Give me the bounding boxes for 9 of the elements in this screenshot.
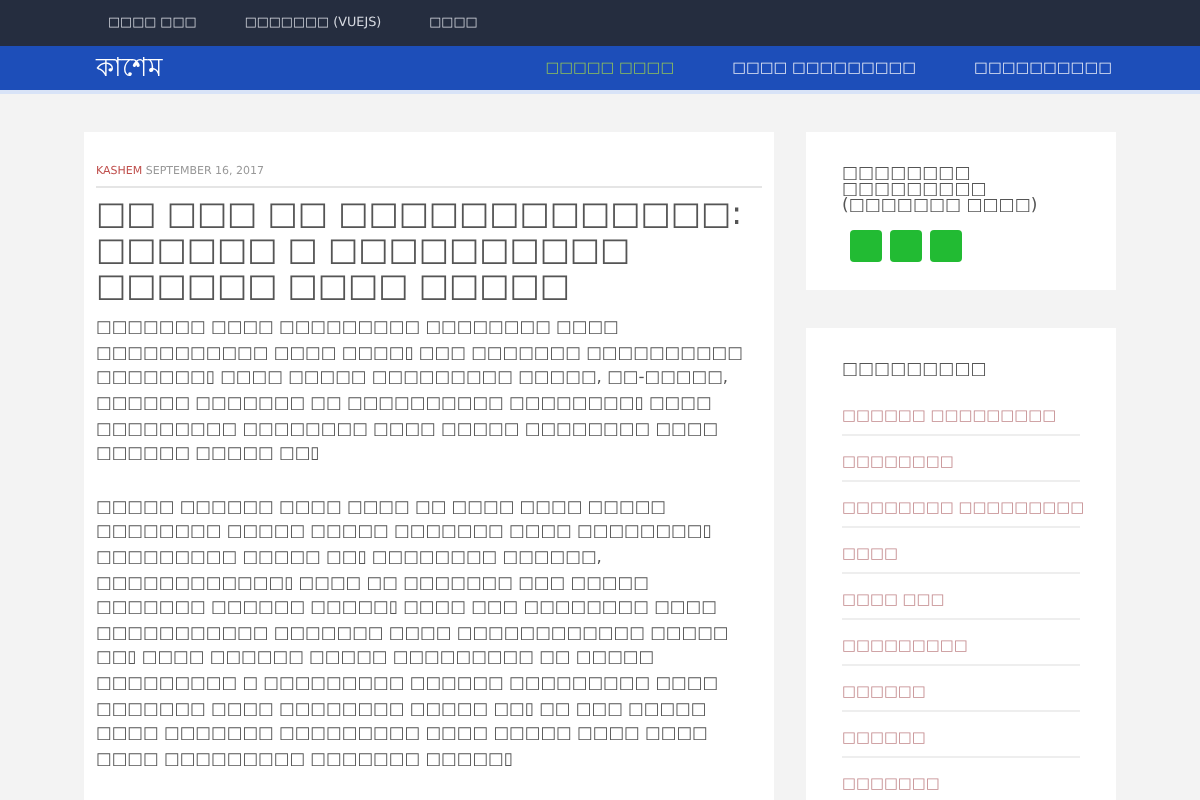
share-button[interactable] bbox=[890, 230, 922, 262]
share-button[interactable] bbox=[930, 230, 962, 262]
share-button[interactable] bbox=[850, 230, 882, 262]
widget-title: □□□□□□□□□ bbox=[842, 362, 989, 378]
paragraph: □□□□□ □□□□□□ □□□□ □□□□ □□ □□□□ □□□□ □□□□□ □□□□□□□□ □□□□□ □□□□□ □□□□□□□ □□□□ □□□□□□□□▯ □□□□□□□□□ □□□□□ □□▯ □□□□□□□□ □□□□□□, □□□□□□□□□□□□▯ □□□□ □□ □□□□□□□ □□□ □□□□□ □□□□□□□ □□□□□□ □□□□□▯ □□□□ □□□ □□□□□□□□ □□□□ □□□□□□□□□□□ □□□□□□□ □□□□ □□□□□□□□□□□□ □□□□□ □□▯ □□□□ □□□□□□ □□□□□ □□□□□□□□□ □□ □□□□□ □□□□□□□□□ □ □□□□□□□□□ □□□□□□ □□□□□□□□□ □□□□ □□□□□□□ □□□□ □□□□□□□□ □□□□□ □□▯ □□ □□□ □□□□□ □□□□ □□□□□□□ □□□□□□□□□ □□□□ □□□□□ □□□□ □□□□ □□□□ □□□□□□□□□ □□□□□□□ □□□□□▯ bbox=[96, 493, 731, 771]
widget-title: □□□□□□□□ □□□□□□□□□ (□□□□□□□ □□□□) bbox=[842, 166, 1040, 214]
post-title: □□ □□□ □□ □□□□□□□□□□□□□: □□□□□□ □ □□□□□□□□□□ □□□□□□ □□□□ □□□□□ bbox=[96, 196, 744, 305]
paragraph: □□□□□□□ □□□□ □□□□□□□□□ □□□□□□□□ □□□□ □□□□□□□□□□□ □□□□ □□□□▯ □□□ □□□□□□□ □□□□□□□□□□ □□□□□□□▯ □□□□ □□□□□ □□□□□□□□□ □□□□□, □□-□□□□□, □□□□□□ □□□□□□□ □□ □□□□□□□□□□ □□□□□□□□▯ □□□□ □□□□□□□□□ □□□□□□□□ □□□□ □□□□□ □□□□□□□□ □□□□ □□□□□□ □□□□□ □□▯ bbox=[96, 314, 745, 466]
site-title[interactable]: কাশেম bbox=[96, 46, 162, 90]
